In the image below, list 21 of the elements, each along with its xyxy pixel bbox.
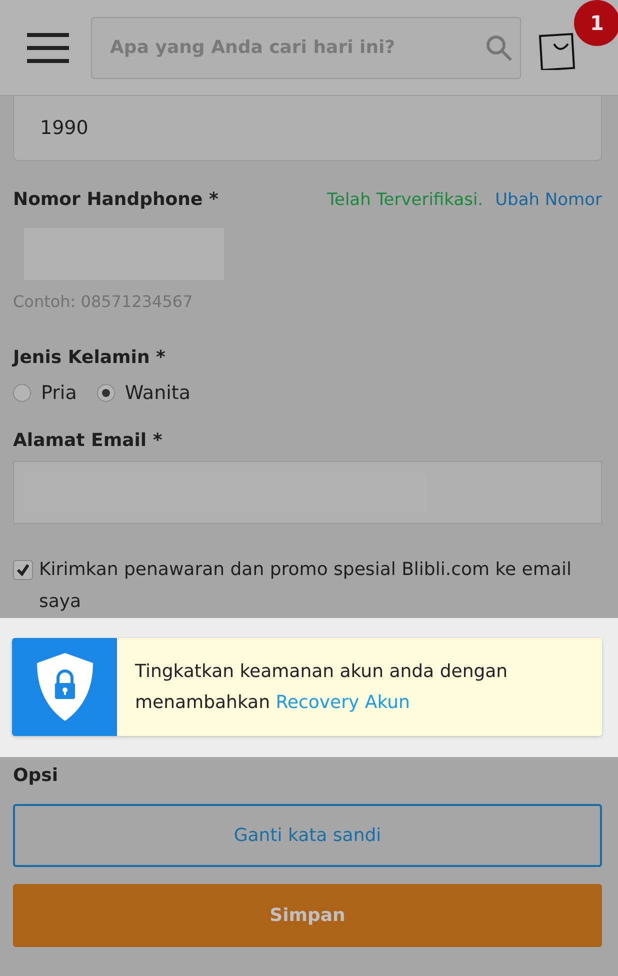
checkbox-label: Kirimkan penawaran dan promo spesial Blibli.com ke email saya (39, 558, 572, 614)
radio-label: Wanita (124, 382, 190, 404)
change-number-link[interactable]: Ubah Nomor (495, 190, 602, 210)
verified-status: Telah Terverifikasi. (326, 190, 484, 210)
save-button[interactable]: Simpan (13, 884, 602, 947)
email-field[interactable] (13, 461, 602, 524)
radio-label: Pria (41, 382, 77, 404)
section-title: Opsi (13, 765, 60, 786)
checkbox[interactable] (13, 560, 33, 580)
radio-button[interactable] (13, 384, 31, 402)
field-label: Jenis Kelamin * (13, 347, 166, 368)
birth-year-field[interactable]: 1990 (13, 96, 602, 161)
change-password-button[interactable]: Ganti kata sandi (13, 804, 602, 867)
menu-icon[interactable] (27, 32, 69, 62)
recovery-message: Tingkatkan keamanan akun anda dengan menambahkan Recovery Akun (134, 660, 509, 715)
shield-lock-icon (36, 653, 92, 721)
recovery-account-link[interactable]: Recovery Akun (276, 692, 410, 713)
radio-button[interactable] (96, 384, 115, 402)
field-label: Nomor Handphone * (13, 189, 218, 210)
cart-count-badge: 1 (574, 0, 618, 46)
field-label: Alamat Email * (13, 430, 164, 451)
